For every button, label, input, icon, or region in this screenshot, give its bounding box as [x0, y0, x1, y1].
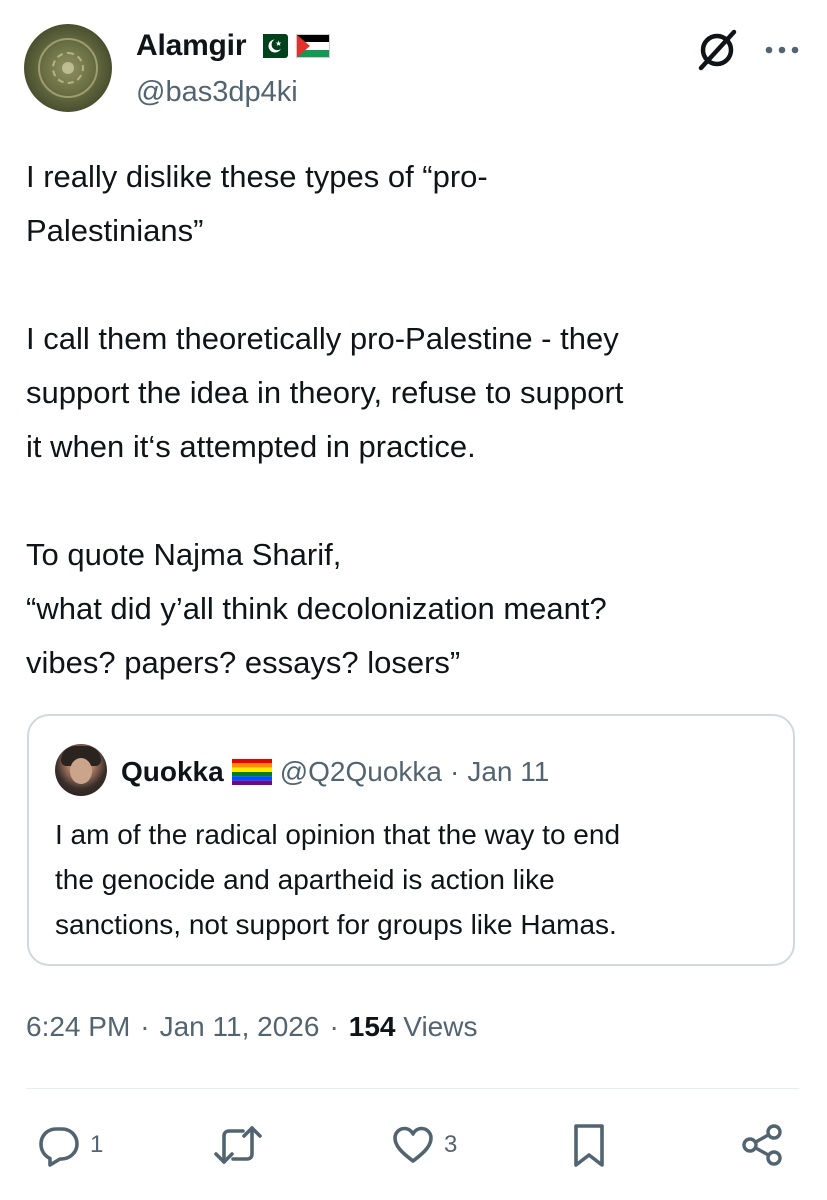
quoted-author-handle: @Q2Quokka — [279, 756, 442, 787]
like-button[interactable]: 3 — [390, 1120, 457, 1170]
like-count: 3 — [444, 1131, 458, 1158]
reply-icon — [39, 1127, 79, 1167]
tweet-line: it when it‘s attempted in practice. — [26, 429, 476, 464]
tweet-text: I really dislike these types of “pro- Pa… — [26, 150, 806, 690]
quoted-tweet-card[interactable]: Quokka @Q2Quokka · Jan 11 I am of the ra… — [27, 714, 795, 966]
quoted-author-avatar — [55, 744, 107, 796]
grok-icon[interactable] — [693, 26, 741, 74]
tweet-line: I call them theoretically pro-Palestine … — [26, 321, 619, 356]
pakistan-flag-icon — [254, 34, 289, 58]
divider — [26, 1088, 799, 1089]
retweet-icon — [214, 1126, 262, 1164]
views-label: Views — [403, 1011, 478, 1042]
palestine-flag-icon — [296, 34, 331, 58]
quoted-line: the genocide and apartheid is action lik… — [55, 864, 555, 895]
author-avatar[interactable] — [24, 24, 112, 112]
tweet-line: “what did y’all think decolonization mea… — [26, 591, 607, 626]
quoted-line: sanctions, not support for groups like H… — [55, 909, 617, 940]
bookmark-button[interactable] — [566, 1120, 612, 1170]
author-display-name[interactable]: Alamgir — [136, 29, 246, 63]
tweet-line: vibes? papers? essays? losers” — [26, 645, 461, 680]
more-dots-icon[interactable] — [760, 30, 804, 70]
views-count: 154 — [348, 1011, 396, 1042]
author-name-row: Alamgir — [136, 26, 331, 66]
tweet-line: support the idea in theory, refuse to su… — [26, 375, 624, 410]
tweet-meta: 6:24 PM · Jan 11, 2026 · 154 Views — [26, 1005, 477, 1049]
action-bar: 1 3 — [0, 1110, 827, 1180]
tweet-line: I really dislike these types of “pro- — [26, 159, 488, 194]
author-handle[interactable]: @bas3dp4ki — [136, 76, 298, 109]
share-button[interactable] — [738, 1120, 786, 1170]
retweet-button[interactable] — [212, 1120, 272, 1170]
bookmark-icon — [574, 1124, 604, 1167]
tweet-line: To quote Najma Sharif, — [26, 537, 342, 572]
heart-icon — [393, 1126, 433, 1163]
meta-separator: · — [140, 1011, 150, 1042]
tweet-time[interactable]: 6:24 PM — [26, 1011, 130, 1043]
quoted-tweet-text: I am of the radical opinion that the way… — [55, 812, 775, 947]
tweet-date[interactable]: Jan 11, 2026 — [160, 1011, 320, 1043]
tweet-line: Palestinians” — [26, 213, 204, 248]
reply-button[interactable]: 1 — [36, 1120, 103, 1170]
quoted-author-name: Quokka — [121, 756, 224, 787]
share-icon — [742, 1124, 782, 1166]
meta-separator: · — [329, 1011, 339, 1042]
quoted-line: I am of the radical opinion that the way… — [55, 819, 621, 850]
quoted-tweet-header: Quokka @Q2Quokka · Jan 11 — [121, 752, 549, 792]
reply-count: 1 — [90, 1131, 104, 1158]
quoted-separator: · — [449, 756, 460, 787]
quoted-date: Jan 11 — [467, 756, 550, 787]
rainbow-flag-icon — [231, 759, 272, 785]
